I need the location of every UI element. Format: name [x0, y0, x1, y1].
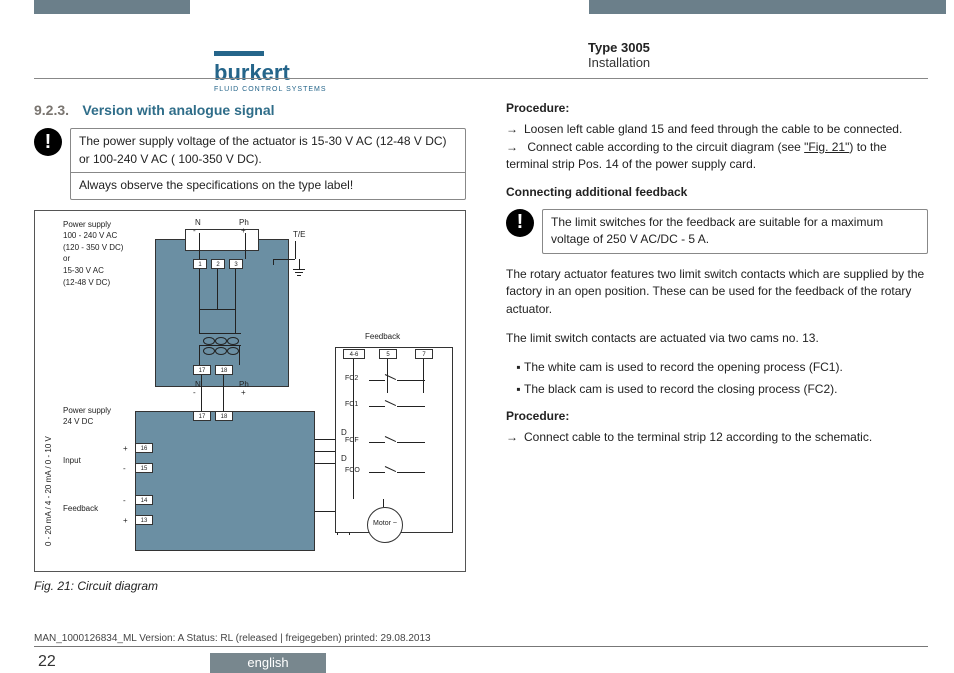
- terminal-5: 5: [379, 349, 397, 359]
- connecting-feedback-heading: Connecting additional feedback: [506, 184, 928, 201]
- circuit-diagram: 0 - 20 mA / 4 - 20 mA / 0 - 10 V Power s…: [34, 210, 466, 572]
- terminal-7: 7: [415, 349, 433, 359]
- fcf-row: FCF: [369, 433, 439, 451]
- warning-1: ! The power supply voltage of the actuat…: [34, 128, 466, 199]
- right-column: Procedure: Loosen left cable gland 15 an…: [506, 100, 928, 637]
- lower-card: [135, 411, 315, 551]
- input-label: Input: [63, 455, 81, 467]
- language-badge: english: [210, 653, 326, 673]
- fco-row: FCO: [369, 463, 439, 481]
- io-minus-1: -: [123, 463, 126, 475]
- minus-label-1: -: [193, 225, 196, 237]
- terminal-14: 14: [135, 495, 153, 505]
- doc-type: Type 3005: [588, 40, 650, 55]
- terminal-15: 15: [135, 463, 153, 473]
- section-heading: 9.2.3. Version with analogue signal: [34, 100, 466, 120]
- top-bar-left: [34, 0, 190, 14]
- top-bar-right: [589, 0, 946, 14]
- page: burkert FLUID CONTROL SYSTEMS Type 3005 …: [0, 0, 954, 673]
- terminal-17b: 17: [193, 411, 211, 421]
- motor-label: Motor ~: [373, 519, 397, 529]
- exclamation-icon: !: [34, 128, 62, 156]
- step-connect-strip-12: Connect cable to the terminal strip 12 a…: [506, 429, 928, 446]
- ps1-label: Power supply 100 - 240 V AC (120 - 350 V…: [63, 219, 123, 289]
- terminal-3: 3: [229, 259, 243, 269]
- cam-black: The black cam is used to record the clos…: [524, 381, 928, 398]
- page-number: 22: [38, 653, 56, 671]
- io-plus-1: +: [123, 443, 128, 455]
- step-connect-cable-a: Connect cable according to the circuit d…: [527, 140, 804, 154]
- figure-caption: Fig. 21: Circuit diagram: [34, 578, 466, 595]
- minus-label-2: -: [193, 387, 196, 399]
- procedure-heading-2: Procedure:: [506, 408, 928, 425]
- brand-logo: burkert FLUID CONTROL SYSTEMS: [214, 40, 327, 93]
- warning-2-box: The limit switches for the feedback are …: [542, 209, 928, 254]
- fig21-ref: "Fig. 21": [804, 140, 849, 154]
- warning-2: ! The limit switches for the feedback ar…: [506, 209, 928, 254]
- d-label-2: D: [341, 453, 347, 465]
- section-title: Version with analogue signal: [82, 102, 274, 118]
- terminal-13: 13: [135, 515, 153, 525]
- feedback-para-2: The limit switch contacts are actuated v…: [506, 330, 928, 347]
- terminal-17a: 17: [193, 365, 211, 375]
- plus-label-2: +: [241, 387, 246, 399]
- ps2-label: Power supply 24 V DC: [63, 405, 111, 428]
- motor-symbol: Motor ~: [367, 507, 403, 543]
- fcf-label: FCF: [345, 436, 359, 446]
- brand-tagline: FLUID CONTROL SYSTEMS: [214, 86, 327, 93]
- io-plus-2: +: [123, 515, 128, 527]
- cam-white: The white cam is used to record the open…: [524, 359, 928, 376]
- footer-bar: 22 english: [34, 651, 954, 673]
- terminal-4-6: 4-6: [343, 349, 365, 359]
- fc2-label: FC2: [345, 374, 358, 384]
- terminal-2: 2: [211, 259, 225, 269]
- section-number: 9.2.3.: [34, 102, 69, 118]
- io-range-label: 0 - 20 mA / 4 - 20 mA / 0 - 10 V: [43, 436, 55, 546]
- warning-1-text-2: Always observe the specifications on the…: [71, 172, 465, 198]
- brand-name: burkert: [214, 60, 290, 85]
- left-column: 9.2.3. Version with analogue signal ! Th…: [34, 100, 466, 637]
- doc-section: Installation: [588, 55, 650, 70]
- fco-label: FCO: [345, 466, 360, 476]
- content-area: 9.2.3. Version with analogue signal ! Th…: [34, 100, 928, 637]
- document-header: Type 3005 Installation: [588, 40, 650, 70]
- fc1-row: FC1: [369, 397, 439, 415]
- upper-n-ph-box: [185, 229, 259, 251]
- warning-1-text-1: The power supply voltage of the actuator…: [79, 133, 457, 168]
- terminal-1: 1: [193, 259, 207, 269]
- te-label: T/E: [293, 229, 305, 241]
- step-loosen-gland: Loosen left cable gland 15 and feed thro…: [506, 121, 928, 138]
- feedback-label-left: Feedback: [63, 503, 98, 515]
- warning-1-box: The power supply voltage of the actuator…: [70, 128, 466, 199]
- top-color-bars: [0, 0, 954, 32]
- procedure-heading-1: Procedure:: [506, 100, 928, 117]
- step-connect-cable: Connect cable according to the circuit d…: [506, 139, 928, 174]
- io-minus-2: -: [123, 495, 126, 507]
- fc1-label: FC1: [345, 400, 358, 410]
- fc2-row: FC2: [369, 371, 439, 389]
- terminal-16: 16: [135, 443, 153, 453]
- feedback-label-right: Feedback: [365, 331, 400, 343]
- warning-2-text: The limit switches for the feedback are …: [551, 214, 919, 249]
- exclamation-icon-2: !: [506, 209, 534, 237]
- feedback-para-1: The rotary actuator features two limit s…: [506, 266, 928, 318]
- terminal-18a: 18: [215, 365, 233, 375]
- footer-meta: MAN_1000126834_ML Version: A Status: RL …: [34, 633, 928, 647]
- header-rule: [34, 78, 928, 79]
- terminal-18b: 18: [215, 411, 233, 421]
- cam-list: The white cam is used to record the open…: [506, 359, 928, 398]
